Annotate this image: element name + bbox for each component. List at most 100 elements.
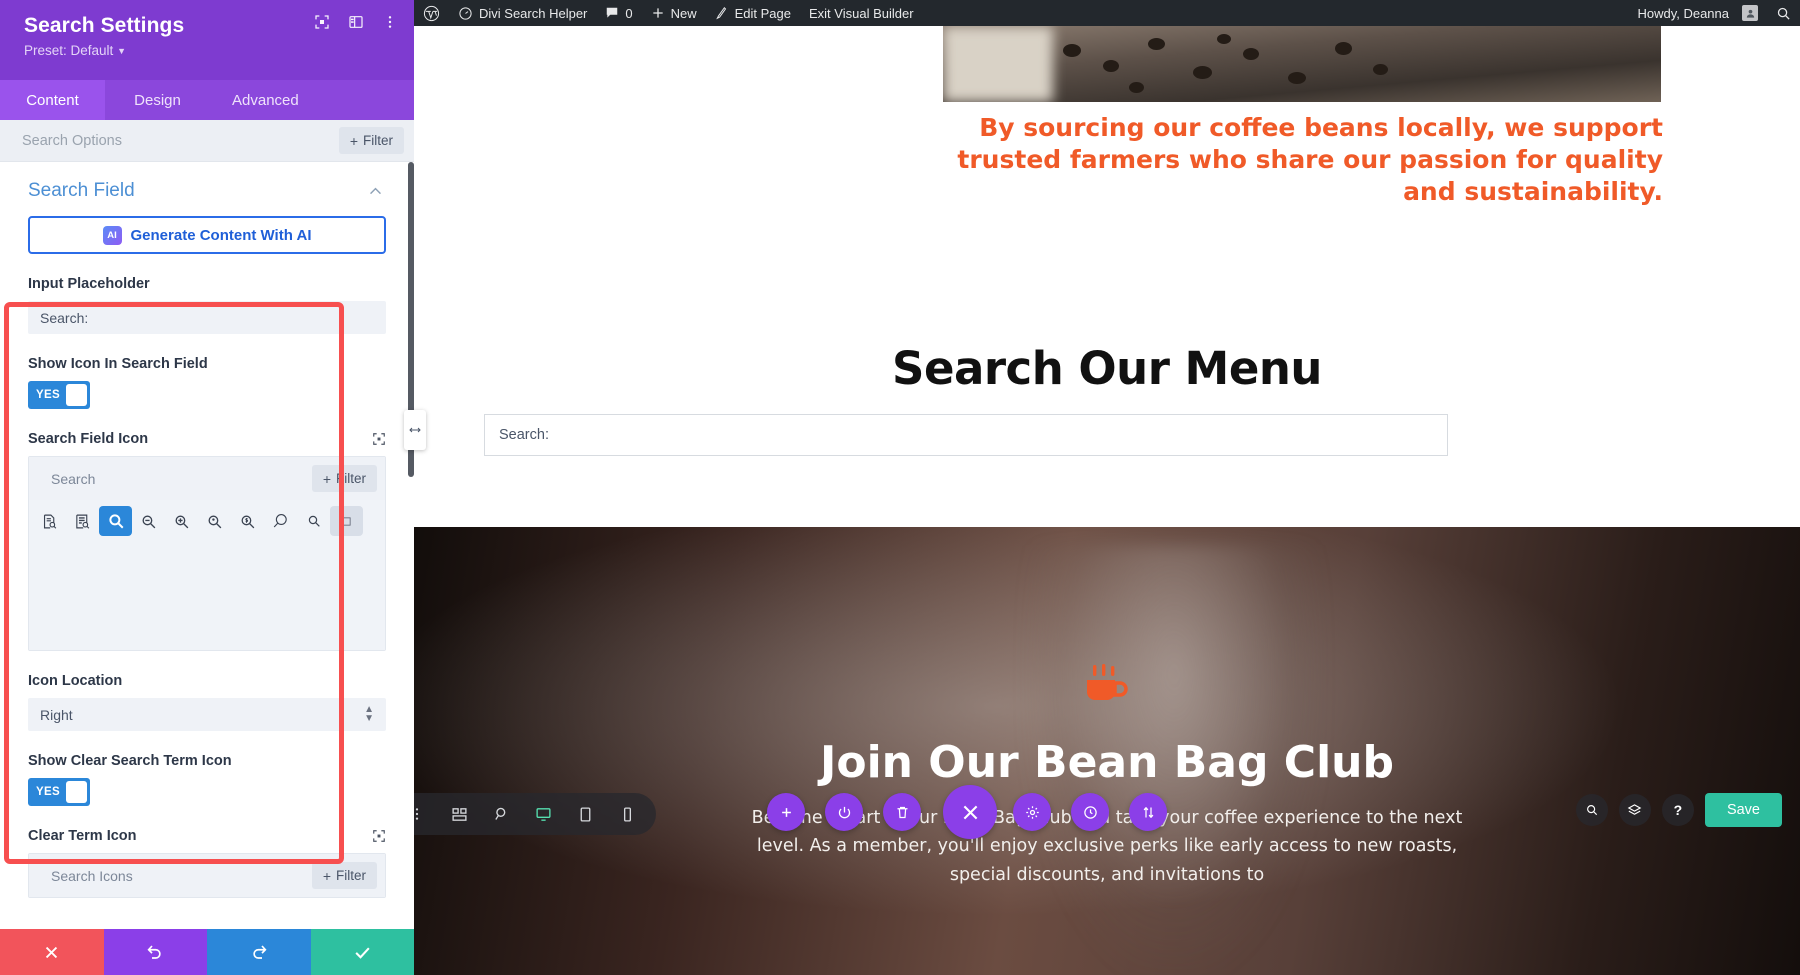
money-search-icon[interactable] [231,506,264,536]
delete-button[interactable] [883,793,921,831]
visual-builder-right-tools: ? Save [1575,793,1782,827]
tab-advanced[interactable]: Advanced [210,80,321,120]
reset-icon[interactable] [372,829,386,843]
zoom-view-icon[interactable] [482,797,520,831]
clear-term-icon-label: Clear Term Icon [0,806,414,853]
search-field-icon-picker: + Filter [28,456,386,651]
icon-picker-filter-button[interactable]: + Filter [311,465,377,492]
clear-icon-picker-filter-label: Filter [336,868,366,883]
icon-picker-filter-label: Filter [336,471,366,486]
settings-panel-body: Search Field AI Generate Content With AI… [0,162,414,929]
tagline: By sourcing our coffee beans locally, we… [957,113,1663,206]
save-button[interactable] [310,929,414,975]
plus-icon: + [322,470,331,487]
clear-term-icon-label-text: Clear Term Icon [28,828,137,844]
settings-button[interactable] [1013,793,1051,831]
input-placeholder-field[interactable]: Search: [28,301,386,334]
hero-title: Join Our Bean Bag Club [819,737,1395,788]
search-options-input[interactable] [22,132,339,149]
options-filter-button[interactable]: + Filter [338,127,404,154]
admin-bar-new-content[interactable]: New [642,0,706,26]
coffee-cup-icon [1081,664,1133,704]
search-tool[interactable] [1575,794,1608,826]
admin-bar-exit-visual-builder[interactable]: Exit Visual Builder [800,0,923,26]
wireframe-view-icon[interactable] [440,797,478,831]
section-search-field-header[interactable]: Search Field [0,162,414,216]
input-placeholder-value: Search: [40,309,89,326]
clear-icon-picker-search-input[interactable] [51,867,312,884]
layers-tool[interactable] [1618,794,1651,826]
toggle-knob [65,781,87,803]
more-options-icon[interactable] [382,14,398,30]
panel-resize-handle[interactable] [404,410,426,450]
search-field-icon-label: Search Field Icon [0,409,414,456]
admin-bar-comments[interactable]: 0 [596,0,641,26]
menu-search-input[interactable]: Search: [484,414,1448,456]
plus-icon: + [349,132,358,149]
tab-design[interactable]: Design [105,80,210,120]
wp-admin-bar: Divi Search Helper 0 New Edit Page Exit … [414,0,1800,26]
magnifier-small-icon[interactable] [297,506,330,536]
avatar [1742,5,1758,21]
admin-bar-search-button[interactable] [1767,0,1800,26]
desktop-view-icon[interactable] [524,797,562,831]
preset-selector[interactable]: Preset: Default ▼ [24,43,394,58]
undo-button[interactable] [103,929,207,975]
icon-placeholder-glyph[interactable] [330,506,363,536]
menu-search-placeholder: Search: [499,427,549,443]
icon-location-label-text: Icon Location [28,673,123,689]
list-search-icon[interactable] [66,506,99,536]
options-filter-label: Filter [363,133,393,148]
sort-button[interactable] [1129,793,1167,831]
show-clear-search-term-icon-toggle[interactable]: YES [28,778,90,806]
show-clear-search-term-icon-label: Show Clear Search Term Icon [0,731,414,778]
reset-icon[interactable] [372,432,386,446]
tab-content[interactable]: Content [0,80,105,120]
admin-bar-wp-logo[interactable] [414,0,449,26]
power-button[interactable] [825,793,863,831]
close-button[interactable] [943,785,997,839]
fullscreen-icon[interactable] [314,14,330,30]
plus-icon: + [322,867,331,884]
generate-content-with-ai-button[interactable]: AI Generate Content With AI [28,216,386,254]
tablet-view-icon[interactable] [566,797,604,831]
vb-save-button[interactable]: Save [1704,793,1782,827]
zoom-in-icon[interactable] [165,506,198,536]
page-title: Search Our Menu [892,342,1322,395]
clear-icon-picker-filter-button[interactable]: + Filter [311,862,377,889]
visual-builder-toolbar [388,793,656,835]
icon-location-select[interactable]: Right ▲ ▼ [28,698,386,731]
comment-bubble-icon [605,6,619,20]
document-search-icon[interactable] [33,506,66,536]
cancel-button[interactable] [0,929,104,975]
clear-term-icon-picker: + Filter [28,853,386,898]
redo-button[interactable] [207,929,311,975]
admin-bar-howdy[interactable]: Howdy, Deanna [1628,0,1767,26]
admin-bar-site-name[interactable]: Divi Search Helper [449,0,596,26]
admin-bar-edit-page[interactable]: Edit Page [706,0,800,26]
magnifier-icon[interactable] [99,506,132,536]
icon-picker-search-input[interactable] [51,470,312,487]
chevron-up-icon[interactable] [367,183,384,200]
pencil-icon [715,6,729,20]
section-title: Search Field [28,180,135,201]
location-search-icon[interactable] [198,506,231,536]
generate-ai-label: Generate Content With AI [130,226,312,244]
zoom-out-icon[interactable] [132,506,165,536]
ai-badge-icon: AI [102,225,122,245]
magnifier-outline-icon[interactable] [264,506,297,536]
updown-arrows-icon: ▲ ▼ [364,704,374,724]
toggle-yes-label: YES [36,389,60,401]
admin-bar-site-name-label: Divi Search Helper [479,5,588,21]
add-module-button[interactable] [767,793,805,831]
help-tool[interactable]: ? [1661,794,1694,826]
wordpress-logo-icon [423,5,440,22]
show-icon-in-search-field-toggle[interactable]: YES [28,381,90,409]
layout-columns-icon[interactable] [348,14,364,30]
admin-bar-right-group: Howdy, Deanna [1628,0,1800,26]
history-button[interactable] [1071,793,1109,831]
site-dashboard-icon [458,6,473,21]
phone-view-icon[interactable] [608,797,646,831]
clear-icon-picker-search-row: + Filter [29,854,385,897]
settings-panel-scrollbar[interactable] [408,162,414,929]
